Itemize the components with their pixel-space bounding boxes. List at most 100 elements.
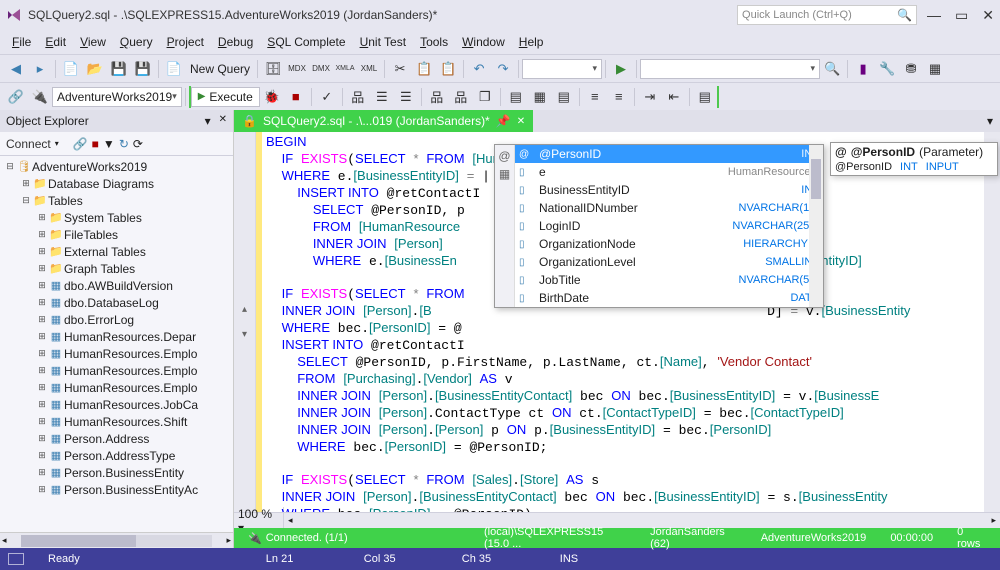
filter-icon[interactable]: ▼ bbox=[103, 137, 115, 151]
menu-query[interactable]: Query bbox=[114, 33, 159, 51]
cut-icon[interactable]: ✂ bbox=[389, 58, 411, 80]
mdx-query-icon[interactable]: MDX bbox=[286, 58, 308, 80]
connect-icon[interactable]: 🔗 bbox=[5, 86, 27, 108]
results-file-icon[interactable]: ▤ bbox=[553, 86, 575, 108]
completion-item[interactable]: ▯OrganizationNodeHIERARCHYID bbox=[515, 235, 823, 253]
refresh-icon[interactable]: ↻ bbox=[119, 137, 129, 151]
connect-button[interactable]: Connect bbox=[6, 137, 51, 151]
tree-node[interactable]: ⊞📁FileTables bbox=[0, 226, 233, 243]
editor-v-scrollbar[interactable] bbox=[984, 132, 1000, 512]
tree-node[interactable]: ⊞▦HumanResources.Emplo bbox=[0, 362, 233, 379]
save-icon[interactable]: 💾 bbox=[108, 58, 130, 80]
completion-item[interactable]: ▯NationalIDNumberNVARCHAR(15) bbox=[515, 199, 823, 217]
client-stats-icon[interactable]: ❐ bbox=[474, 86, 496, 108]
completion-item-selected[interactable]: @@PersonIDINT bbox=[515, 145, 823, 163]
solution-combo[interactable]: ▾ bbox=[522, 59, 602, 79]
menu-project[interactable]: Project bbox=[161, 33, 210, 51]
connect-dropdown-icon[interactable]: ▾ bbox=[55, 139, 59, 148]
menu-unit-test[interactable]: Unit Test bbox=[354, 33, 412, 51]
comment-icon[interactable]: ≡ bbox=[584, 86, 606, 108]
save-all-icon[interactable]: 💾 bbox=[132, 58, 154, 80]
menu-window[interactable]: Window bbox=[456, 33, 511, 51]
results-grid-icon[interactable]: ▦ bbox=[529, 86, 551, 108]
menu-tools[interactable]: Tools bbox=[414, 33, 454, 51]
xml-query-icon[interactable]: XML bbox=[358, 58, 380, 80]
tree-node[interactable]: ⊟🛢AdventureWorks2019 bbox=[0, 158, 233, 175]
menu-view[interactable]: View bbox=[74, 33, 112, 51]
new-query-icon[interactable]: 📄 bbox=[163, 58, 185, 80]
new-project-icon[interactable]: 📄 bbox=[60, 58, 82, 80]
disconnect-icon[interactable]: 🔗 bbox=[73, 137, 88, 151]
tree-node[interactable]: ⊞▦Person.AddressType bbox=[0, 447, 233, 464]
specify-values-icon[interactable]: ▤ bbox=[694, 86, 716, 108]
tree-node[interactable]: ⊞▦HumanResources.Shift bbox=[0, 413, 233, 430]
tree-node[interactable]: ⊞📁Graph Tables bbox=[0, 260, 233, 277]
indent-icon[interactable]: ⇥ bbox=[639, 86, 661, 108]
editor-tab-active[interactable]: 🔒 SQLQuery2.sql - .\...019 (JordanSander… bbox=[234, 110, 533, 132]
execute-button[interactable]: ▶Execute bbox=[191, 87, 260, 107]
database-combo[interactable]: AdventureWorks2019▾ bbox=[52, 87, 182, 107]
find-icon[interactable]: 🔍 bbox=[821, 58, 843, 80]
debug-target-combo[interactable]: ▾ bbox=[640, 59, 820, 79]
tab-overflow-icon[interactable]: ▾ bbox=[980, 110, 1000, 132]
tree-node[interactable]: ⊞▦HumanResources.JobCa bbox=[0, 396, 233, 413]
completion-filter-all-icon[interactable]: @ bbox=[498, 149, 510, 163]
menu-file[interactable]: File bbox=[6, 33, 37, 51]
paste-icon[interactable]: 📋 bbox=[437, 58, 459, 80]
cancel-query-icon[interactable]: ■ bbox=[285, 86, 307, 108]
copy-icon[interactable]: 📋 bbox=[413, 58, 435, 80]
pin-icon[interactable]: ▾ bbox=[205, 114, 211, 128]
completion-popup[interactable]: @ ▦ @@PersonIDINT▯eHumanResources.▯Busin… bbox=[494, 144, 824, 308]
completion-item[interactable]: ▯BusinessEntityIDINT bbox=[515, 181, 823, 199]
completion-scrollbar[interactable] bbox=[809, 145, 823, 307]
editor-nav[interactable]: ▴▾ bbox=[234, 132, 256, 512]
tree-node[interactable]: ⊟📁Tables bbox=[0, 192, 233, 209]
open-icon[interactable]: 📂 bbox=[84, 58, 106, 80]
undo-icon[interactable]: ↶ bbox=[468, 58, 490, 80]
dmx-query-icon[interactable]: DMX bbox=[310, 58, 332, 80]
results-text-icon[interactable]: ▤ bbox=[505, 86, 527, 108]
change-connection-icon[interactable]: 🔌 bbox=[29, 86, 51, 108]
tools-icon-2[interactable]: 🔧 bbox=[876, 58, 898, 80]
tree-node[interactable]: ⊞▦dbo.DatabaseLog bbox=[0, 294, 233, 311]
outdent-icon[interactable]: ⇤ bbox=[663, 86, 685, 108]
object-explorer-tree[interactable]: ⊟🛢AdventureWorks2019⊞📁Database Diagrams⊟… bbox=[0, 156, 233, 532]
db-engine-query-icon[interactable]: 🗄 bbox=[262, 58, 284, 80]
tools-icon-1[interactable]: ▮ bbox=[852, 58, 874, 80]
tab-pin-icon[interactable]: 📌 bbox=[496, 114, 511, 128]
stop-icon[interactable]: ■ bbox=[92, 137, 99, 151]
completion-item[interactable]: ▯LoginIDNVARCHAR(256) bbox=[515, 217, 823, 235]
menu-debug[interactable]: Debug bbox=[212, 33, 259, 51]
debug-icon[interactable]: 🐞 bbox=[261, 86, 283, 108]
tools-icon-3[interactable]: ⛃ bbox=[900, 58, 922, 80]
tree-node[interactable]: ⊞▦HumanResources.Emplo bbox=[0, 345, 233, 362]
completion-item[interactable]: ▯eHumanResources. bbox=[515, 163, 823, 181]
close-panel-icon[interactable]: ✕ bbox=[219, 114, 227, 128]
sync-icon[interactable]: ⟳ bbox=[133, 137, 143, 151]
forward-button[interactable]: ▸ bbox=[29, 58, 51, 80]
uncomment-icon[interactable]: ≡ bbox=[608, 86, 630, 108]
parse-icon[interactable]: ✓ bbox=[316, 86, 338, 108]
maximize-icon[interactable]: ▭ bbox=[955, 7, 968, 24]
oe-h-scrollbar[interactable]: ◂ ▸ bbox=[0, 532, 233, 548]
completion-item[interactable]: ▯BirthDateDATE bbox=[515, 289, 823, 307]
start-debug-icon[interactable]: ▶ bbox=[610, 58, 632, 80]
tree-node[interactable]: ⊞▦Person.BusinessEntityAc bbox=[0, 481, 233, 498]
tree-node[interactable]: ⊞▦Person.Address bbox=[0, 430, 233, 447]
tab-close-icon[interactable]: ✕ bbox=[517, 116, 525, 127]
live-stats-icon[interactable]: 品 bbox=[450, 86, 472, 108]
tools-icon-4[interactable]: ▦ bbox=[924, 58, 946, 80]
intellisense-icon[interactable]: ☰ bbox=[395, 86, 417, 108]
xmla-query-icon[interactable]: XMLA bbox=[334, 58, 356, 80]
back-button[interactable]: ◀ bbox=[5, 58, 27, 80]
tree-node[interactable]: ⊞▦dbo.ErrorLog bbox=[0, 311, 233, 328]
query-options-icon[interactable]: ☰ bbox=[371, 86, 393, 108]
completion-item[interactable]: ▯OrganizationLevelSMALLINT bbox=[515, 253, 823, 271]
tree-node[interactable]: ⊞📁System Tables bbox=[0, 209, 233, 226]
menu-help[interactable]: Help bbox=[513, 33, 550, 51]
tree-node[interactable]: ⊞▦HumanResources.Depar bbox=[0, 328, 233, 345]
tree-node[interactable]: ⊞▦dbo.AWBuildVersion bbox=[0, 277, 233, 294]
include-plan-icon[interactable]: 品 bbox=[426, 86, 448, 108]
quick-launch-input[interactable]: Quick Launch (Ctrl+Q) 🔍 bbox=[737, 5, 917, 25]
tree-node[interactable]: ⊞▦HumanResources.Emplo bbox=[0, 379, 233, 396]
